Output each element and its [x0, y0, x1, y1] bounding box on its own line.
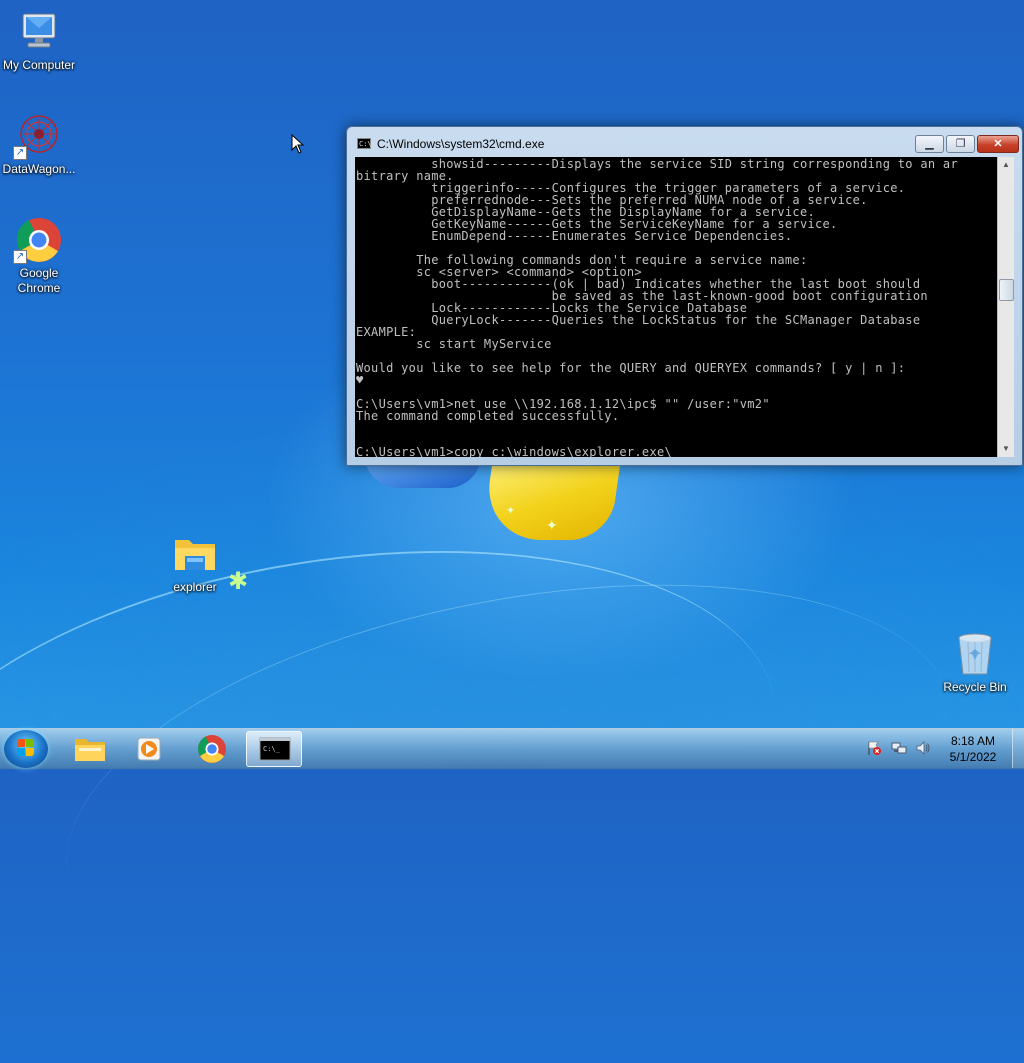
cmd-console[interactable]: showsid---------Displays the service SID… — [355, 157, 997, 457]
media-player-icon — [137, 737, 161, 761]
taskbar-media-player[interactable] — [122, 731, 178, 767]
svg-text:C:\_: C:\_ — [263, 745, 281, 753]
desktop-icon-google-chrome[interactable]: ↗ Google Chrome — [0, 216, 82, 296]
desktop-icon-label: My Computer — [2, 58, 76, 72]
desktop-icon-my-computer[interactable]: My Computer — [0, 8, 82, 73]
shortcut-arrow-icon: ↗ — [13, 146, 27, 160]
cmd-window[interactable]: C:\ C:\Windows\system32\cmd.exe ▁ ❐ ✕ sh… — [346, 126, 1023, 466]
clock-date: 5/1/2022 — [949, 750, 997, 764]
chrome-icon: ↗ — [13, 216, 63, 264]
scrollbar-thumb[interactable] — [999, 279, 1014, 301]
taskbar-cmd[interactable]: C:\_ — [246, 731, 302, 767]
clock-time: 8:18 AM — [950, 734, 996, 748]
cmd-titlebar[interactable]: C:\ C:\Windows\system32\cmd.exe ▁ ❐ ✕ — [347, 127, 1022, 157]
cmd-scrollbar[interactable]: ▲ ▼ — [997, 157, 1014, 457]
volume-icon[interactable] — [915, 740, 931, 756]
desktop-icon-label: Recycle Bin — [943, 680, 1007, 694]
chrome-icon — [198, 735, 226, 763]
windows-logo-icon — [17, 739, 35, 757]
minimize-button[interactable]: ▁ — [915, 135, 944, 153]
action-center-flag-icon[interactable] — [866, 740, 882, 756]
sparkle-icon: ✦ — [506, 505, 516, 517]
scroll-down-arrow-icon[interactable]: ▼ — [998, 441, 1014, 457]
computer-icon — [15, 8, 63, 56]
desktop-icon-label: DataWagon... — [2, 162, 76, 176]
sparkle-icon: ✦ — [546, 517, 558, 533]
cmd-icon: C:\_ — [259, 737, 291, 761]
scroll-up-arrow-icon[interactable]: ▲ — [998, 157, 1014, 173]
mouse-cursor-icon — [291, 134, 305, 154]
show-desktop-button[interactable] — [1012, 729, 1024, 768]
shortcut-arrow-icon: ↗ — [13, 250, 27, 264]
maximize-button[interactable]: ❐ — [946, 135, 975, 153]
taskbar-chrome[interactable] — [184, 731, 240, 767]
datawagon-icon: ↗ — [13, 112, 63, 160]
desktop-icon-explorer[interactable]: explorer — [152, 530, 238, 595]
close-button[interactable]: ✕ — [977, 135, 1019, 153]
desktop-icon-datawagon[interactable]: ↗ DataWagon... — [0, 112, 82, 177]
taskbar-clock[interactable]: 8:18 AM 5/1/2022 — [938, 733, 1008, 765]
network-icon[interactable] — [891, 740, 907, 756]
recycle-bin-icon — [951, 630, 999, 678]
desktop-icon-label: explorer — [173, 580, 217, 594]
windows-explorer-icon — [75, 739, 105, 761]
taskbar-windows-explorer[interactable] — [62, 731, 118, 767]
cmd-window-title: C:\Windows\system32\cmd.exe — [377, 137, 545, 151]
cmd-output-text: showsid---------Displays the service SID… — [356, 157, 958, 457]
desktop-icon-label: Google Chrome — [17, 266, 61, 295]
cmd-icon: C:\ — [357, 138, 372, 149]
folder-icon — [171, 530, 219, 578]
start-button[interactable] — [4, 730, 48, 768]
desktop-icon-recycle-bin[interactable]: Recycle Bin — [932, 630, 1018, 695]
